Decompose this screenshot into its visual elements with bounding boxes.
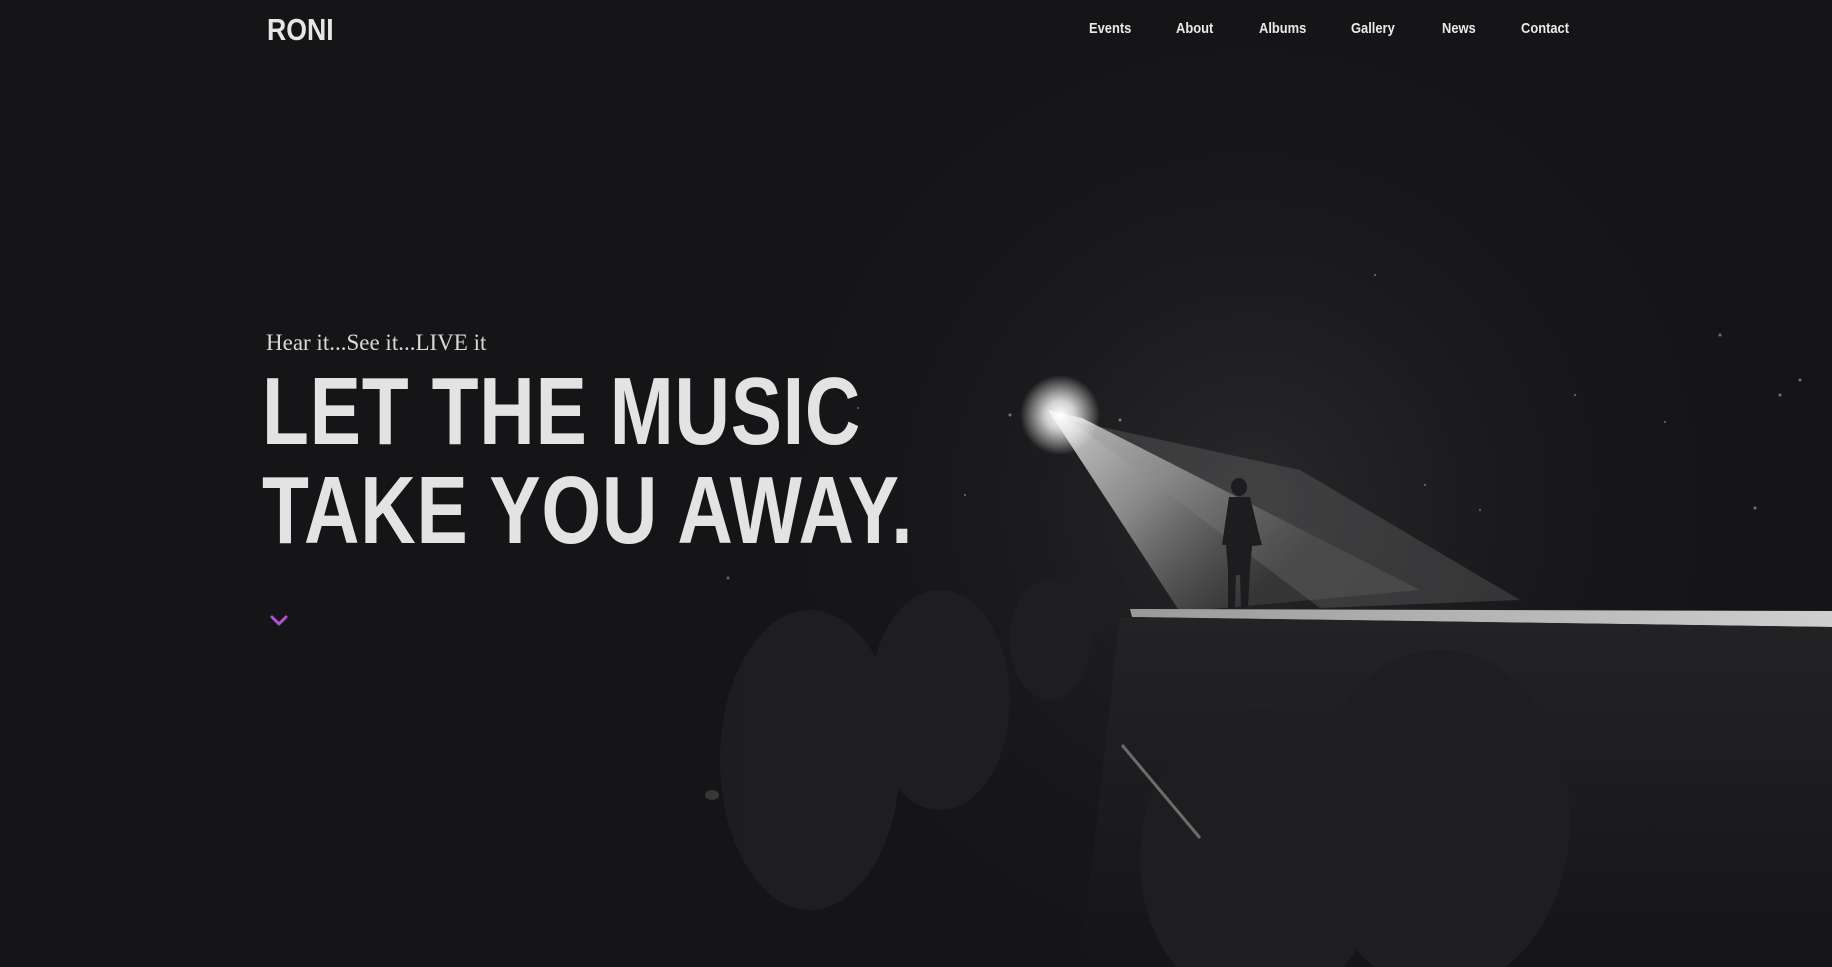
headline-line-1: LET THE MUSIC (262, 358, 862, 465)
hero-tagline: Hear it...See it...LIVE it (266, 330, 487, 355)
scroll-down-button[interactable] (268, 612, 290, 630)
nav-item-gallery[interactable]: Gallery (1351, 20, 1395, 37)
main-nav: Events About Albums Gallery News Contact (1060, 20, 1580, 44)
nav-item-events[interactable]: Events (1089, 20, 1131, 37)
hero-headline: LET THE MUSIC TAKE YOU AWAY. (262, 362, 913, 560)
headline-line-2: TAKE YOU AWAY. (262, 457, 914, 564)
nav-item-news[interactable]: News (1442, 20, 1476, 37)
chevron-down-icon (270, 615, 288, 626)
brand-logo[interactable]: RONI (267, 12, 334, 48)
nav-item-contact[interactable]: Contact (1521, 20, 1569, 37)
site-header: RONI Events About Albums Gallery News Co… (0, 0, 1832, 62)
nav-item-albums[interactable]: Albums (1259, 20, 1306, 37)
nav-item-about[interactable]: About (1176, 20, 1213, 37)
